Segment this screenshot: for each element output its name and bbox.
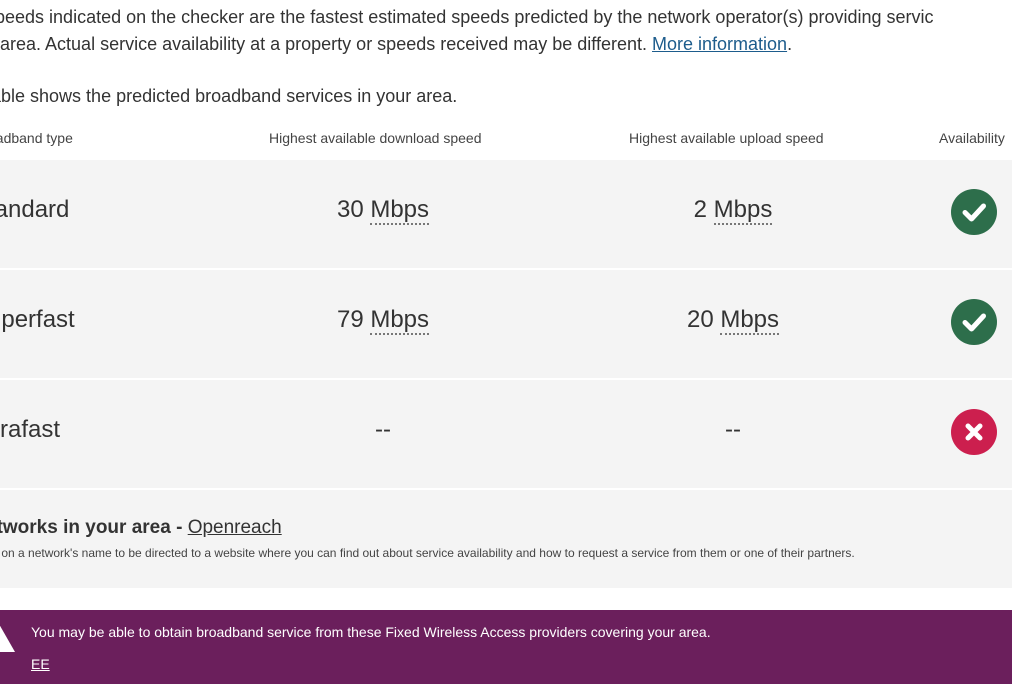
networks-title: etworks in your area - Openreach: [0, 517, 282, 539]
openreach-link[interactable]: Openreach: [188, 517, 282, 538]
intro-period: .: [787, 34, 793, 54]
intro-line-1: speeds indicated on the checker are the …: [0, 7, 934, 27]
ee-link[interactable]: EE: [31, 656, 50, 672]
header-download-speed: Highest available download speed: [269, 130, 482, 146]
networks-section: etworks in your area - Openreach ck on a…: [0, 490, 1012, 588]
table-header: oadband type Highest available download …: [0, 130, 1012, 150]
table-row: ltrafast -- --: [0, 380, 1012, 490]
header-broadband-type: oadband type: [0, 130, 73, 146]
banner-message: You may be able to obtain broadband serv…: [31, 624, 711, 640]
intro-line-2-text: s area. Actual service availability at a…: [0, 34, 653, 54]
broadband-table: tandard 30 Mbps 2 Mbps uperfast 79 Mbps …: [0, 160, 1012, 490]
download-value: 79: [336, 306, 364, 333]
fixed-wireless-banner: You may be able to obtain broadband serv…: [0, 610, 1012, 684]
networks-title-text: etworks in your area -: [0, 517, 188, 538]
download-speed: 30 Mbps: [283, 196, 483, 225]
networks-note: ck on a network's name to be directed to…: [0, 546, 855, 560]
broadband-type: tandard: [0, 196, 70, 223]
upload-speed: 20 Mbps: [633, 306, 833, 335]
warning-icon: [0, 623, 16, 658]
upload-speed: --: [725, 416, 741, 443]
cross-icon: [951, 409, 997, 455]
check-icon: [951, 189, 997, 235]
broadband-type: uperfast: [0, 306, 75, 333]
upload-unit[interactable]: Mbps: [713, 196, 773, 225]
table-row: uperfast 79 Mbps 20 Mbps: [0, 270, 1012, 380]
check-icon: [951, 299, 997, 345]
download-unit[interactable]: Mbps: [370, 196, 430, 225]
header-upload-speed: Highest available upload speed: [629, 130, 824, 146]
download-speed: --: [375, 416, 391, 443]
intro-line-2: s area. Actual service availability at a…: [0, 31, 1012, 58]
upload-value: 2: [693, 196, 707, 223]
upload-value: 20: [686, 306, 714, 333]
download-value: 30: [336, 196, 364, 223]
table-lead-text: table shows the predicted broadband serv…: [0, 86, 458, 106]
download-speed: 79 Mbps: [283, 306, 483, 335]
upload-unit[interactable]: Mbps: [720, 306, 780, 335]
table-row: tandard 30 Mbps 2 Mbps: [0, 160, 1012, 270]
upload-speed: 2 Mbps: [633, 196, 833, 225]
broadband-type: ltrafast: [0, 416, 61, 443]
intro-text: speeds indicated on the checker are the …: [0, 4, 1012, 58]
download-unit[interactable]: Mbps: [370, 306, 430, 335]
header-availability: Availability: [939, 130, 1005, 146]
more-information-link[interactable]: More information: [652, 34, 787, 54]
